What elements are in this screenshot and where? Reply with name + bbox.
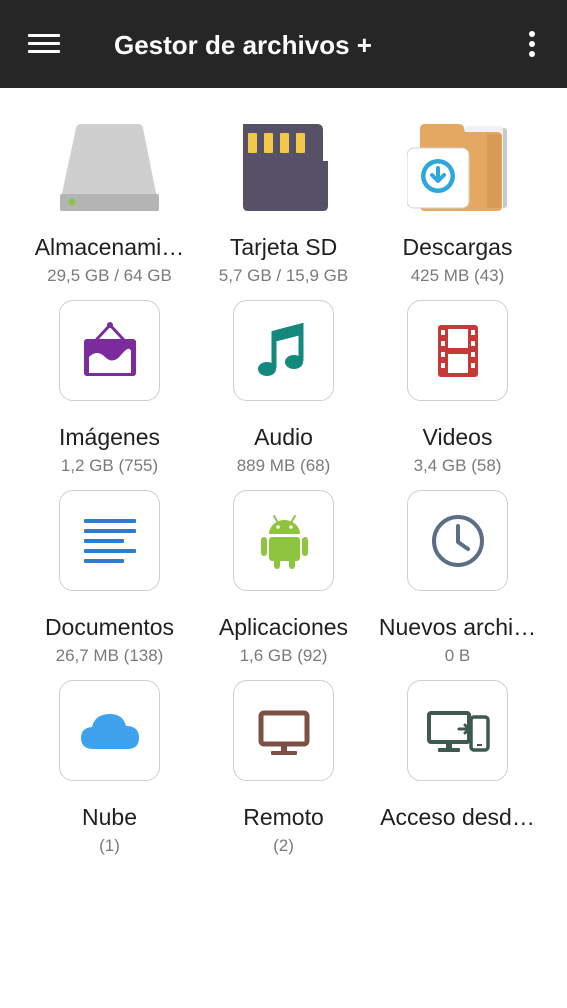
app-bar: Gestor de archivos +	[0, 0, 567, 88]
tile-label: Audio	[254, 424, 313, 450]
music-note-icon	[233, 300, 334, 401]
android-icon	[233, 490, 334, 591]
tile-label: Nuevos archi…	[378, 614, 537, 640]
downloads-folder-icon	[407, 110, 508, 211]
tile-label: Descargas	[402, 234, 513, 260]
tile-apps[interactable]: Aplicaciones 1,6 GB (92)	[189, 468, 378, 665]
cloud-icon	[59, 680, 160, 781]
hamburger-menu-icon[interactable]	[22, 26, 66, 62]
tile-label: Tarjeta SD	[229, 234, 338, 260]
tile-images[interactable]: Imágenes 1,2 GB (755)	[15, 278, 204, 475]
tile-detail: (2)	[273, 836, 294, 855]
tile-remote[interactable]: Remoto (2)	[189, 658, 378, 855]
tile-label: Aplicaciones	[218, 614, 349, 640]
tile-label: Imágenes	[58, 424, 160, 450]
tile-label: Remoto	[243, 804, 324, 830]
monitor-icon	[233, 680, 334, 781]
tile-label: Videos	[422, 424, 493, 450]
tile-label: Acceso desd…	[380, 804, 535, 830]
tile-cloud[interactable]: Nube (1)	[15, 658, 204, 855]
document-lines-icon	[59, 490, 160, 591]
tile-detail: (1)	[99, 836, 120, 855]
tile-documents[interactable]: Documentos 26,7 MB (138)	[15, 468, 204, 665]
tile-recent-files[interactable]: Nuevos archi… 0 B	[363, 468, 552, 665]
tile-videos[interactable]: Videos 3,4 GB (58)	[363, 278, 552, 475]
tile-label: Almacenami…	[34, 234, 185, 260]
tile-label: Documentos	[44, 614, 175, 640]
sd-card-icon	[233, 110, 334, 211]
tile-sd-card[interactable]: Tarjeta SD 5,7 GB / 15,9 GB	[189, 88, 378, 285]
internal-storage-icon	[59, 110, 160, 211]
picture-frame-icon	[59, 300, 160, 401]
tile-internal-storage[interactable]: Almacenami… 29,5 GB / 64 GB	[15, 88, 204, 285]
tile-label: Nube	[82, 804, 137, 830]
more-vert-icon[interactable]	[516, 26, 548, 62]
clock-icon	[407, 490, 508, 591]
tile-audio[interactable]: Audio 889 MB (68)	[189, 278, 378, 475]
tile-device-access[interactable]: Acceso desd…	[363, 658, 552, 848]
tile-downloads[interactable]: Descargas 425 MB (43)	[363, 88, 552, 285]
film-strip-icon	[407, 300, 508, 401]
app-title: Gestor de archivos +	[114, 30, 372, 60]
device-transfer-icon	[407, 680, 508, 781]
